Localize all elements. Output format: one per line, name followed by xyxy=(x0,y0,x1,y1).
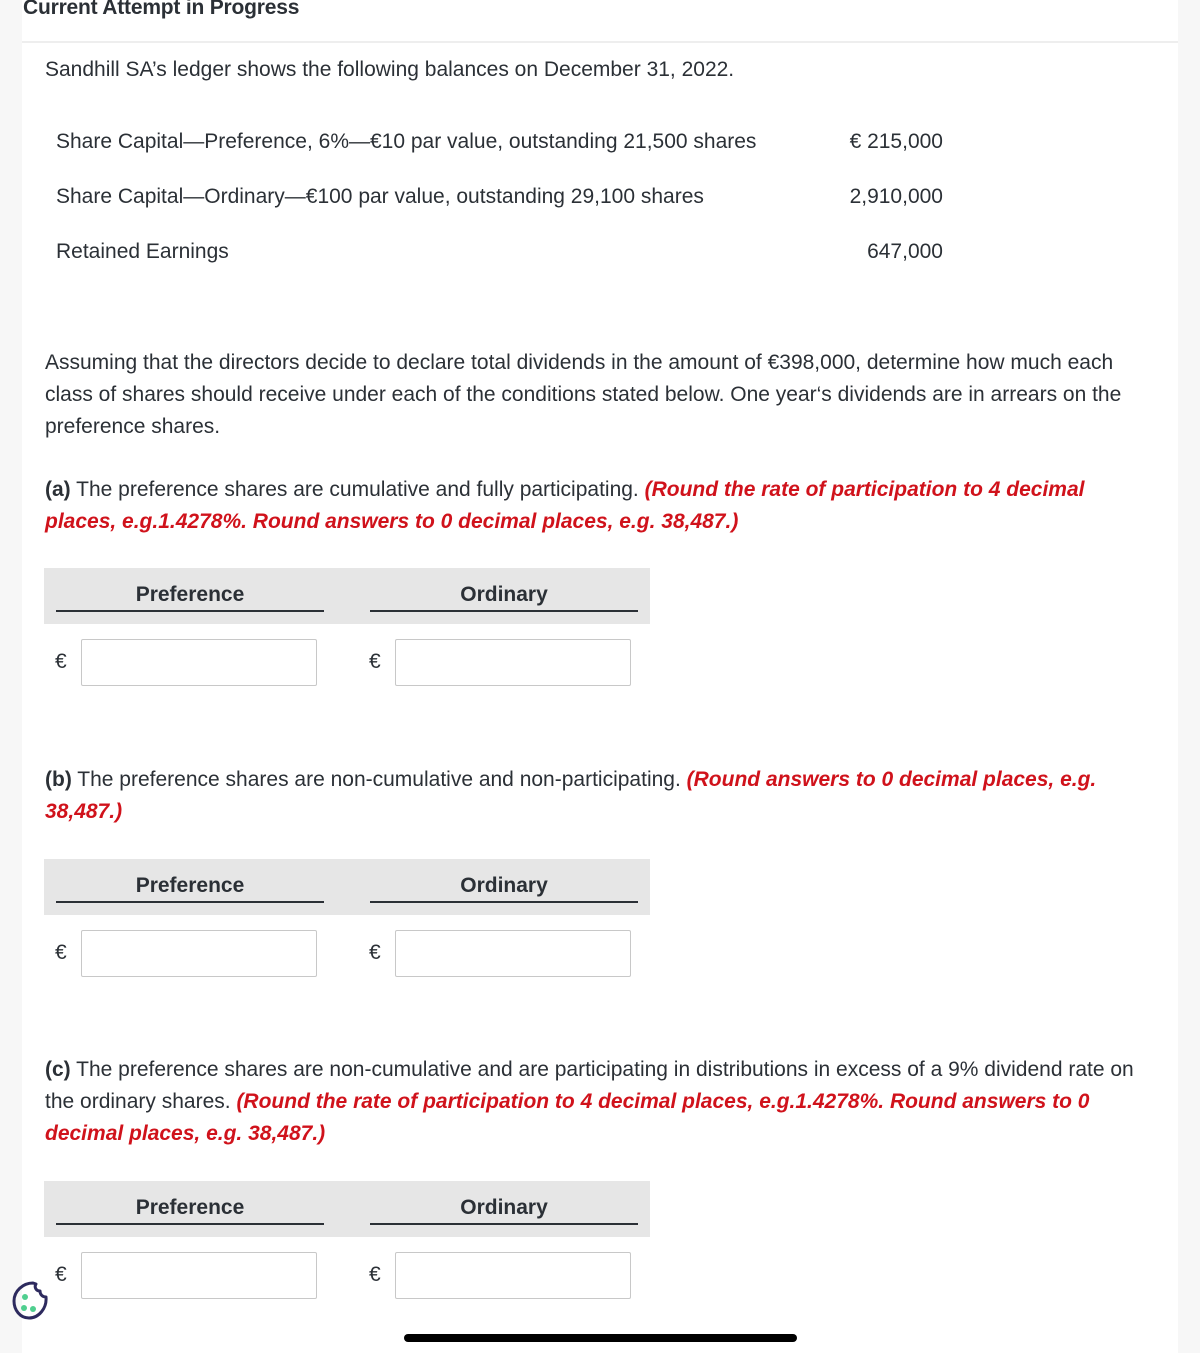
preference-column-header: Preference xyxy=(56,568,324,612)
part-b-text: The preference shares are non-cumulative… xyxy=(71,768,687,791)
part-b-label: (b) xyxy=(45,768,72,791)
part-c-preference-input[interactable] xyxy=(81,1252,317,1299)
attempt-status-header: Current Attempt in Progress xyxy=(23,0,300,19)
ledger-label: Share Capital—Ordinary—€100 par value, o… xyxy=(56,185,704,208)
euro-symbol: € xyxy=(55,650,67,673)
header-divider xyxy=(22,41,1178,43)
euro-symbol: € xyxy=(369,941,381,964)
ordinary-column-header: Ordinary xyxy=(370,568,638,612)
answer-input-row: € € xyxy=(44,915,650,977)
part-c-ordinary-input[interactable] xyxy=(395,1252,631,1299)
part-b-answer-table: Preference Ordinary € € xyxy=(44,859,650,977)
ledger-row: Share Capital—Ordinary—€100 par value, o… xyxy=(56,185,946,240)
part-a-preference-input[interactable] xyxy=(81,639,317,686)
ledger-amount: 647,000 xyxy=(867,240,943,263)
ledger-amount: € 215,000 xyxy=(849,130,943,153)
ledger-row: Share Capital—Preference, 6%—€10 par val… xyxy=(56,130,946,185)
problem-intro: Sandhill SA’s ledger shows the following… xyxy=(45,58,735,81)
ledger-amount: 2,910,000 xyxy=(849,185,943,208)
ledger-row: Retained Earnings 647,000 xyxy=(56,240,946,295)
cookie-settings-icon[interactable] xyxy=(12,1280,48,1320)
answer-header-row: Preference Ordinary xyxy=(44,568,650,624)
question-page: Current Attempt in Progress Sandhill SA’… xyxy=(22,0,1178,1353)
ordinary-column-header: Ordinary xyxy=(370,1181,638,1225)
answer-input-row: € € xyxy=(44,1237,650,1299)
answer-header-row: Preference Ordinary xyxy=(44,859,650,915)
euro-symbol: € xyxy=(369,650,381,673)
part-b-prompt: (b) The preference shares are non-cumula… xyxy=(45,764,1155,828)
part-a-answer-table: Preference Ordinary € € xyxy=(44,568,650,686)
part-c-answer-table: Preference Ordinary € € xyxy=(44,1181,650,1299)
preference-column-header: Preference xyxy=(56,859,324,903)
euro-symbol: € xyxy=(369,1263,381,1286)
question-text: Assuming that the directors decide to de… xyxy=(45,351,1122,438)
home-indicator-bar xyxy=(404,1334,797,1342)
part-a-ordinary-input[interactable] xyxy=(395,639,631,686)
ledger-label: Retained Earnings xyxy=(56,240,229,263)
part-a-text: The preference shares are cumulative and… xyxy=(70,478,645,501)
answer-input-row: € € xyxy=(44,624,650,686)
ordinary-column-header: Ordinary xyxy=(370,859,638,903)
part-c-prompt: (c) The preference shares are non-cumula… xyxy=(45,1054,1155,1150)
part-b-preference-input[interactable] xyxy=(81,930,317,977)
answer-header-row: Preference Ordinary xyxy=(44,1181,650,1237)
part-a-label: (a) xyxy=(45,478,71,501)
ledger-balances: Share Capital—Preference, 6%—€10 par val… xyxy=(56,130,946,295)
preference-column-header: Preference xyxy=(56,1181,324,1225)
part-b-ordinary-input[interactable] xyxy=(395,930,631,977)
ledger-label: Share Capital—Preference, 6%—€10 par val… xyxy=(56,130,757,153)
euro-symbol: € xyxy=(55,941,67,964)
euro-symbol: € xyxy=(55,1263,67,1286)
part-a-prompt: (a) The preference shares are cumulative… xyxy=(45,474,1155,538)
part-c-label: (c) xyxy=(45,1058,71,1081)
